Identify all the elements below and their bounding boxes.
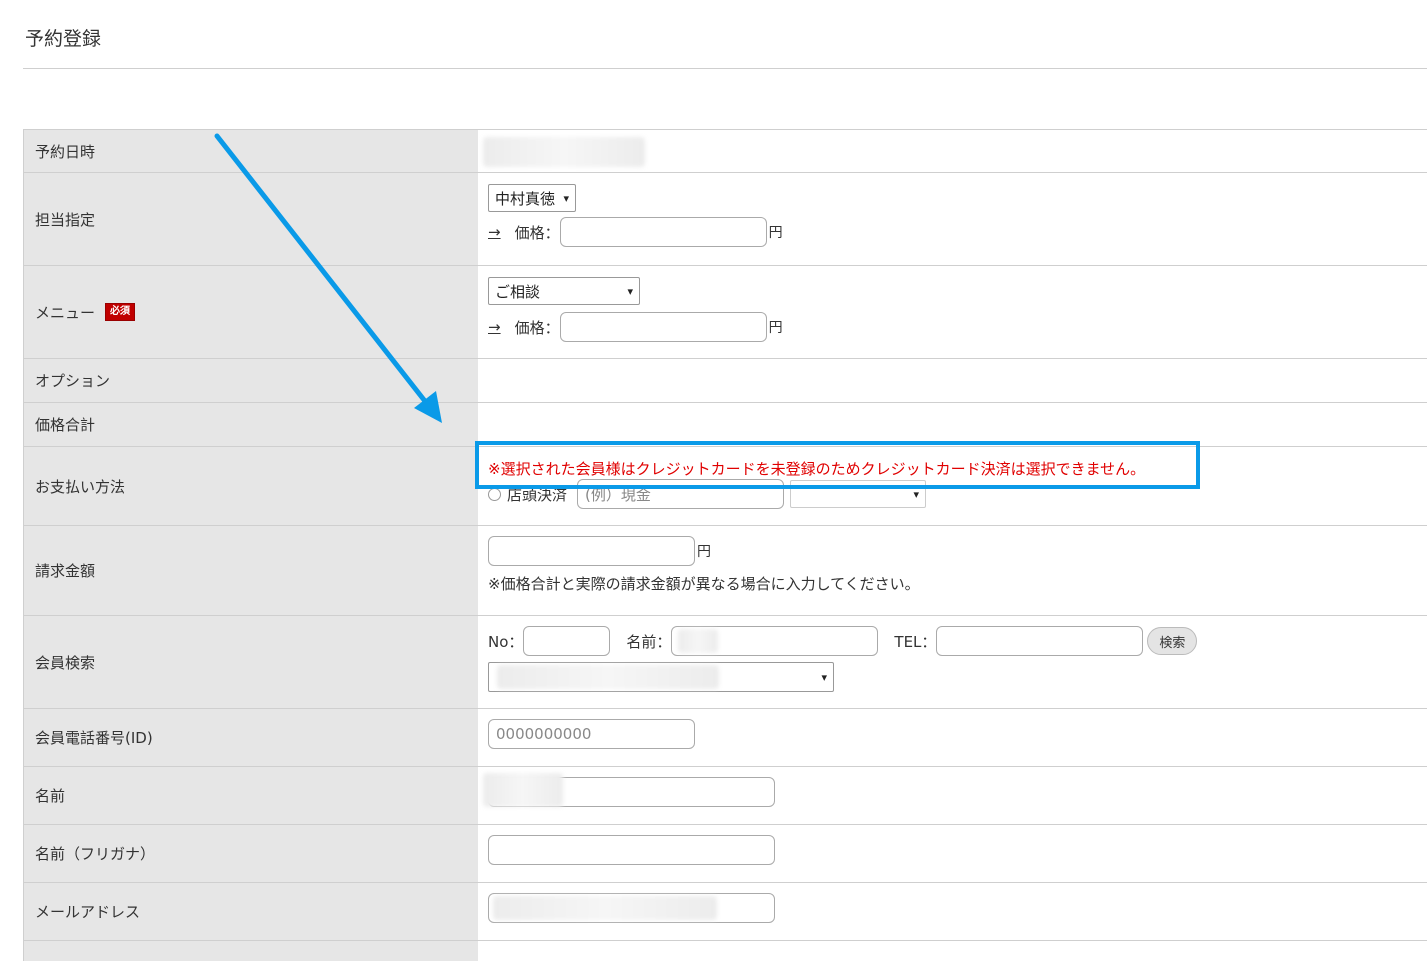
- value-staff: 中村真徳 ▾ → 価格： 円: [478, 173, 1427, 265]
- kana-input[interactable]: [488, 835, 775, 865]
- label-phone: 会員電話番号(ID): [23, 709, 478, 766]
- name-input[interactable]: [483, 773, 775, 807]
- member-result-select[interactable]: ▾: [488, 662, 834, 692]
- member-no-input[interactable]: [523, 626, 611, 656]
- row-name: 名前: [23, 767, 1427, 825]
- label-member-search: 会員検索: [23, 616, 478, 708]
- staff-price-input[interactable]: [559, 217, 767, 247]
- billing-unit: 円: [697, 544, 711, 560]
- menu-select[interactable]: ご相談 ▾: [488, 277, 640, 305]
- staff-price-link[interactable]: →: [488, 223, 501, 241]
- required-badge: 必須: [105, 303, 136, 321]
- value-option: [478, 359, 1427, 402]
- radio-icon[interactable]: [488, 487, 501, 501]
- chevron-down-icon: ▾: [821, 670, 827, 684]
- staff-select[interactable]: 中村真徳 ▾: [488, 184, 576, 212]
- value-datetime: [478, 130, 1427, 172]
- label-kana: 名前（フリガナ）: [23, 825, 478, 882]
- value-next: [478, 941, 1427, 961]
- row-kana: 名前（フリガナ）: [23, 825, 1427, 883]
- phone-input[interactable]: 0000000000: [488, 719, 695, 749]
- label-payment: お支払い方法: [23, 447, 478, 525]
- row-phone: 会員電話番号(ID) 0000000000: [23, 709, 1427, 767]
- label-datetime: 予約日時: [23, 130, 478, 172]
- menu-price-input[interactable]: [559, 312, 767, 342]
- value-billing: 円 ※価格合計と実際の請求金額が異なる場合に入力してください。: [478, 526, 1427, 615]
- row-next: [23, 941, 1427, 961]
- label-billing: 請求金額: [23, 526, 478, 615]
- value-menu: ご相談 ▾ → 価格： 円: [478, 266, 1427, 358]
- label-email: メールアドレス: [23, 883, 478, 940]
- value-kana: [478, 825, 1427, 882]
- label-staff: 担当指定: [23, 173, 478, 265]
- value-member-search: No： 名前： TEL： 検索 ▾: [478, 616, 1427, 708]
- label-option: オプション: [23, 359, 478, 402]
- chevron-down-icon: ▾: [913, 487, 920, 501]
- email-input[interactable]: [488, 893, 775, 923]
- chevron-down-icon: ▾: [627, 284, 633, 298]
- search-button[interactable]: 検索: [1147, 627, 1198, 655]
- value-email: [478, 883, 1427, 940]
- row-member-search: 会員検索 No： 名前： TEL： 検索 ▾: [23, 616, 1427, 709]
- value-name: [478, 767, 1427, 824]
- member-tel-input[interactable]: [936, 626, 1144, 656]
- row-staff: 担当指定 中村真徳 ▾ → 価格： 円: [23, 173, 1427, 266]
- page-title: 予約登録: [25, 28, 102, 50]
- row-email: メールアドレス: [23, 883, 1427, 941]
- menu-price-link[interactable]: →: [488, 318, 501, 336]
- billing-note: ※価格合計と実際の請求金額が異なる場合に入力してください。: [488, 575, 920, 593]
- member-name-input[interactable]: [671, 626, 879, 656]
- title-divider: [23, 68, 1427, 69]
- row-billing: 請求金額 円 ※価格合計と実際の請求金額が異なる場合に入力してください。: [23, 526, 1427, 616]
- row-datetime: 予約日時: [23, 130, 1427, 173]
- row-menu: メニュー 必須 ご相談 ▾ → 価格： 円: [23, 266, 1427, 359]
- staff-price-label: 価格：: [514, 223, 560, 242]
- member-tel-label: TEL：: [894, 632, 937, 651]
- chevron-down-icon: ▾: [563, 191, 569, 205]
- value-phone: 0000000000: [478, 709, 1427, 766]
- label-next: [23, 941, 478, 961]
- member-no-label: No：: [488, 632, 524, 651]
- menu-price-unit: 円: [768, 320, 783, 336]
- row-option: オプション: [23, 359, 1427, 403]
- member-name-label: 名前：: [626, 632, 672, 651]
- label-total: 価格合計: [23, 403, 478, 446]
- label-name: 名前: [23, 767, 478, 824]
- notice-highlight-box: [475, 441, 1200, 489]
- reservation-form: 予約日時 担当指定 中村真徳 ▾ → 価格： 円 メニュー 必須 ご相談 ▾ →…: [23, 129, 1427, 961]
- billing-amount-input[interactable]: [488, 536, 695, 566]
- value-total: [478, 403, 1427, 446]
- label-menu: メニュー 必須: [23, 266, 478, 358]
- menu-price-label: 価格：: [514, 318, 560, 337]
- staff-price-unit: 円: [768, 225, 783, 241]
